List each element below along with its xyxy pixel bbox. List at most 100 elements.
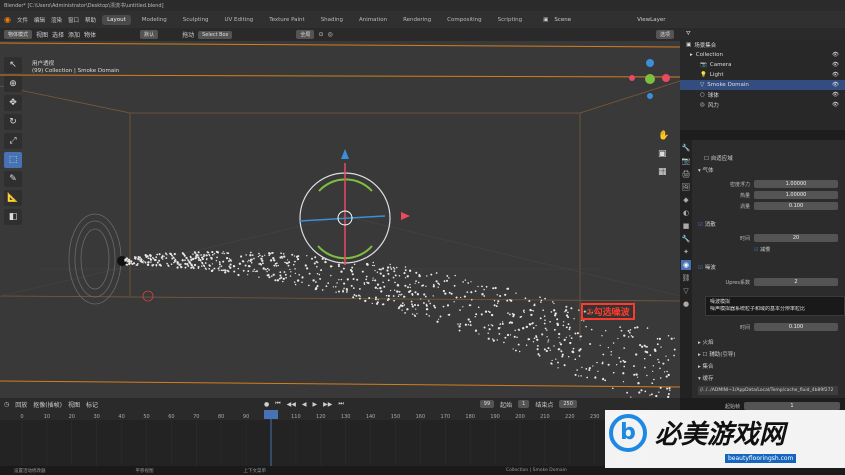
visibility-eye-icon[interactable]: 👁 <box>832 62 839 68</box>
render-tab-icon[interactable]: 📷 <box>681 156 691 166</box>
orientation-dropdown[interactable]: 全局 <box>296 30 315 39</box>
transform-tool-icon[interactable]: ⬚ <box>4 152 22 168</box>
section-cache[interactable]: ▾ 缓存 <box>698 374 714 382</box>
tool-tab-icon[interactable]: 🔧 <box>681 143 691 153</box>
outliner-item[interactable]: ▸ Collection 👁 <box>680 50 845 60</box>
transform-orientation-dropdown[interactable]: 默认 <box>140 30 159 39</box>
scene-tab-icon[interactable]: ◆ <box>681 195 691 205</box>
outliner-item[interactable]: 📷 Camera 👁 <box>680 60 845 70</box>
tab-compositing[interactable]: Compositing <box>442 15 486 25</box>
world-tab-icon[interactable]: ◐ <box>681 208 691 218</box>
menu-help[interactable]: 帮助 <box>85 16 96 24</box>
timeline-menu-marker[interactable]: 标记 <box>86 400 98 409</box>
mode-dropdown[interactable]: 物体模式 <box>4 30 33 39</box>
select-menu[interactable]: 选择 <box>52 30 64 39</box>
add-menu[interactable]: 添加 <box>68 30 80 39</box>
section-fire[interactable]: ▸ 火焰 <box>698 338 714 346</box>
annotate-tool-icon[interactable]: ✎ <box>4 171 22 187</box>
menu-window[interactable]: 窗口 <box>68 16 79 24</box>
play-icon[interactable]: ▶ <box>313 401 318 408</box>
tab-texture-paint[interactable]: Texture Paint <box>264 15 310 25</box>
cursor-tool-icon[interactable]: ⊕ <box>4 76 22 92</box>
visibility-eye-icon[interactable]: 👁 <box>832 52 839 58</box>
proportional-edit-icon[interactable]: ◎ <box>327 31 332 38</box>
menu-edit[interactable]: 编辑 <box>34 16 45 24</box>
gas-row-field[interactable]: 1.00000 <box>754 180 838 188</box>
section-guides[interactable]: ▸ ☐ 辅助(引导) <box>698 350 736 358</box>
section-collections[interactable]: ▸ 集合 <box>698 362 714 370</box>
object-menu[interactable]: 物体 <box>84 30 96 39</box>
visibility-eye-icon[interactable]: 👁 <box>832 92 839 98</box>
play-reverse-icon[interactable]: ◀ <box>302 401 307 408</box>
prev-keyframe-icon[interactable]: ◀◀ <box>287 401 296 408</box>
timeline-menu-view[interactable]: 视图 <box>68 400 80 409</box>
rotate-tool-icon[interactable]: ↻ <box>4 114 22 130</box>
grid-view-icon[interactable]: ▦ <box>658 167 667 177</box>
constraints-tab-icon[interactable]: ⛓ <box>681 273 691 283</box>
tab-shading[interactable]: Shading <box>316 15 348 25</box>
dissolve-time-field[interactable]: 20 <box>754 234 838 242</box>
jump-end-icon[interactable]: ⏭ <box>338 400 343 408</box>
select-tool-icon[interactable]: ↖ <box>4 57 22 73</box>
physics-tab-icon[interactable]: ◉ <box>681 260 691 270</box>
visibility-eye-icon[interactable]: 👁 <box>832 72 839 78</box>
gas-row-field[interactable]: 1.00000 <box>754 191 838 199</box>
frame-start-field[interactable]: 1 <box>744 402 840 410</box>
tab-uv-editing[interactable]: UV Editing <box>219 15 258 25</box>
filter-icon[interactable]: ⛛ <box>686 31 691 38</box>
jump-start-icon[interactable]: ⏮ <box>275 400 280 408</box>
start-frame-field[interactable]: 1 <box>518 400 530 408</box>
section-adaptive-domain[interactable]: ☐ 自适应域 <box>704 154 733 162</box>
data-tab-icon[interactable]: ▽ <box>681 286 691 296</box>
material-tab-icon[interactable]: ● <box>681 299 691 309</box>
slow-checkbox[interactable]: ☑ 减慢 <box>754 246 770 253</box>
tab-rendering[interactable]: Rendering <box>398 15 436 25</box>
visibility-eye-icon[interactable]: 👁 <box>832 82 839 88</box>
scale-tool-icon[interactable]: ⤢ <box>4 133 22 149</box>
section-noise[interactable]: ☑ 噪波 <box>698 263 716 271</box>
snap-icon[interactable]: ⊙ <box>318 31 323 38</box>
upres-field[interactable]: 2 <box>754 278 838 286</box>
output-tab-icon[interactable]: 🖨 <box>681 169 691 179</box>
scene-selector[interactable]: Scene <box>554 17 571 23</box>
section-dissolve[interactable]: ☑ 消散 <box>698 220 716 228</box>
visibility-eye-icon[interactable]: 👁 <box>832 102 839 108</box>
view-menu[interactable]: 视图 <box>36 30 48 39</box>
object-tab-icon[interactable]: ■ <box>681 221 691 231</box>
options-dropdown[interactable]: 选项 <box>655 30 674 39</box>
tab-modeling[interactable]: Modeling <box>137 15 172 25</box>
outliner-item[interactable]: ○ 球体 👁 <box>680 90 845 100</box>
current-frame-field[interactable]: 99 <box>479 400 495 408</box>
timeline-menu-keying[interactable]: 抠像(插帧) <box>33 400 62 409</box>
particles-tab-icon[interactable]: ✦ <box>681 247 691 257</box>
tab-animation[interactable]: Animation <box>354 15 392 25</box>
record-icon[interactable]: ● <box>264 401 269 408</box>
outliner-root[interactable]: ▣ 场景集合 <box>680 40 845 50</box>
blender-logo-icon[interactable]: ◉ <box>4 15 11 24</box>
hand-pan-icon[interactable]: ✋ <box>658 131 669 141</box>
view-layer-tab-icon[interactable]: 🖼 <box>681 182 691 192</box>
gas-row-field[interactable]: 0.100 <box>754 202 838 210</box>
end-frame-field[interactable]: 250 <box>559 400 577 408</box>
tab-sculpting[interactable]: Sculpting <box>178 15 214 25</box>
measure-tool-icon[interactable]: 📐 <box>4 190 22 206</box>
menu-file[interactable]: 文件 <box>17 16 28 24</box>
tab-scripting[interactable]: Scripting <box>493 15 527 25</box>
select-box-dropdown[interactable]: Select Box <box>198 30 233 39</box>
outliner-item[interactable]: 💡 Light 👁 <box>680 70 845 80</box>
tab-layout[interactable]: Layout <box>102 14 131 25</box>
move-tool-icon[interactable]: ✥ <box>4 95 22 111</box>
outliner-item[interactable]: ▽ Smoke Domain 👁 <box>680 80 845 90</box>
section-gas[interactable]: ▾ 气体 <box>698 166 714 174</box>
outliner-item[interactable]: ◎ 风力 👁 <box>680 100 845 110</box>
noise-time-field[interactable]: 0.100 <box>754 323 838 331</box>
timeline-menu-playback[interactable]: 回放 <box>15 400 27 409</box>
camera-view-icon[interactable]: ▣ <box>658 149 667 159</box>
modifier-tab-icon[interactable]: 🔧 <box>681 234 691 244</box>
add-cube-tool-icon[interactable]: ◧ <box>4 209 22 225</box>
3d-viewport[interactable]: 用户透视 (99) Collection | Smoke Domain ✋ ▣ … <box>0 41 681 415</box>
next-keyframe-icon[interactable]: ▶▶ <box>323 401 332 408</box>
menu-render[interactable]: 渲染 <box>51 16 62 24</box>
cache-path-field[interactable]: //../../ADMINI~1/AppData/Local/Temp/cach… <box>698 386 838 395</box>
view-layer-selector[interactable]: ViewLayer <box>637 17 665 23</box>
